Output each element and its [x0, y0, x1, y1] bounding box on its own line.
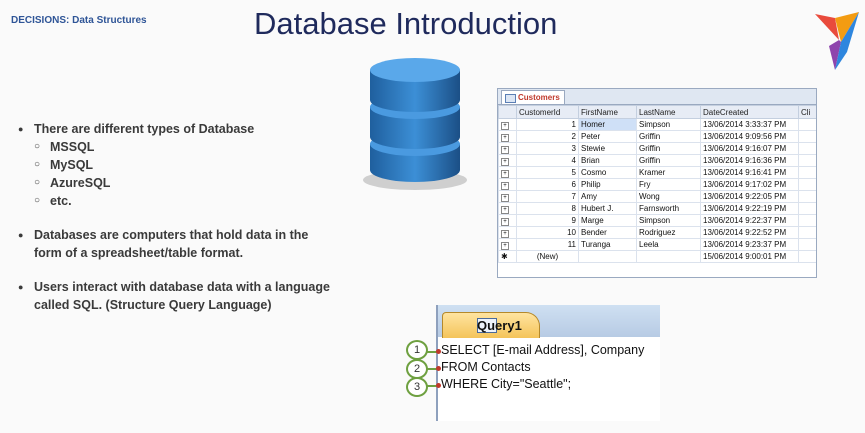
table-row[interactable]: +9 Marge Simpson 13/06/2014 9:22:37 PM [498, 214, 816, 227]
expand-icon[interactable]: + [498, 154, 517, 167]
table-row[interactable]: +7 Amy Wong 13/06/2014 9:22:05 PM [498, 190, 816, 203]
table-row[interactable]: +11 Turanga Leela 13/06/2014 9:23:37 PM [498, 238, 816, 251]
sql-line-1[interactable]: SELECT [E-mail Address], Company [441, 343, 644, 357]
table-row[interactable]: +10 Bender Rodriguez 13/06/2014 9:22:52 PM [498, 226, 816, 239]
sub-item: etc. [18, 192, 338, 210]
sql-line-2[interactable]: FROM Contacts [441, 360, 531, 374]
col-lastname[interactable]: LastName [636, 105, 701, 119]
col-datecreated[interactable]: DateCreated [700, 105, 799, 119]
customers-table[interactable]: Customers CustomerId FirstName LastName … [497, 88, 817, 278]
expand-icon[interactable]: + [498, 238, 517, 251]
breadcrumb: DECISIONS: Data Structures [11, 15, 147, 26]
bullet-list: There are different types of Database MS… [18, 120, 338, 314]
table-row[interactable]: +2 Peter Griffin 13/06/2014 9:09:56 PM [498, 130, 816, 143]
callout-1: 1 [406, 340, 428, 360]
col-cli[interactable]: Cli [798, 105, 816, 119]
table-row[interactable]: +1 Homer Simpson 13/06/2014 3:33:37 PM [498, 118, 816, 131]
tab-query1[interactable]: Query1 [442, 312, 540, 338]
callout-2: 2 [406, 359, 428, 379]
col-customerid[interactable]: CustomerId [516, 105, 579, 119]
table-row[interactable]: +4 Brian Griffin 13/06/2014 9:16:36 PM [498, 154, 816, 167]
bullet-databases: Databases are computers that hold data i… [18, 226, 338, 262]
database-icon [363, 58, 467, 190]
expand-icon[interactable]: + [498, 178, 517, 191]
logo-icon [815, 12, 859, 70]
expand-icon[interactable]: + [498, 214, 517, 227]
col-firstname[interactable]: FirstName [578, 105, 637, 119]
expand-icon[interactable]: + [498, 226, 517, 239]
sql-line-3[interactable]: WHERE City="Seattle"; [441, 377, 571, 391]
table-row[interactable]: +6 Philip Fry 13/06/2014 9:17:02 PM [498, 178, 816, 191]
sub-item: MSSQL [18, 138, 338, 156]
expand-icon[interactable]: + [498, 202, 517, 215]
new-row[interactable]: ✱ (New) 15/06/2014 9:00:01 PM [498, 250, 816, 263]
callout-3: 3 [406, 377, 428, 397]
expand-icon[interactable]: + [498, 130, 517, 143]
expand-icon[interactable]: + [498, 118, 517, 131]
table-icon [505, 94, 516, 103]
page-title: Database Introduction [254, 6, 558, 41]
sub-item: MySQL [18, 156, 338, 174]
bullet-database-types: There are different types of Database [18, 120, 338, 138]
sub-item: AzureSQL [18, 174, 338, 192]
table-row[interactable]: +5 Cosmo Kramer 13/06/2014 9:16:41 PM [498, 166, 816, 179]
expand-icon[interactable]: + [498, 142, 517, 155]
bullet-sql: Users interact with database data with a… [18, 278, 338, 314]
expand-icon[interactable]: + [498, 190, 517, 203]
tab-customers[interactable]: Customers [501, 90, 565, 104]
table-row[interactable]: +3 Stewie Griffin 13/06/2014 9:16:07 PM [498, 142, 816, 155]
table-row[interactable]: +8 Hubert J. Farnsworth 13/06/2014 9:22:19 … [498, 202, 816, 215]
expand-icon[interactable]: + [498, 166, 517, 179]
